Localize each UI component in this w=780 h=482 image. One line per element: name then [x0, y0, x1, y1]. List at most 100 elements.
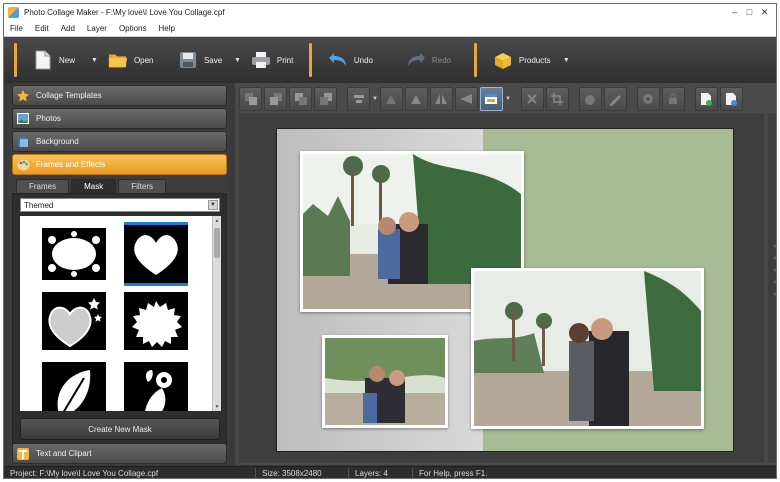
palette-icon: [16, 158, 30, 172]
title-bar: Photo Collage Maker - F:\My love\I Love …: [4, 4, 776, 20]
new-button[interactable]: New: [27, 40, 89, 80]
mask-thumb-ornate-oval[interactable]: [42, 222, 106, 286]
window-controls: – □ ✕: [727, 4, 772, 20]
menu-help[interactable]: Help: [153, 24, 181, 33]
new-dropdown-icon[interactable]: ▼: [91, 57, 98, 64]
tab-frames-and-effects[interactable]: Frames and Effects: [12, 154, 227, 175]
effects-icon[interactable]: [578, 87, 602, 111]
folder-icon: [108, 50, 128, 70]
mask-thumb-heart-selected[interactable]: [124, 222, 188, 286]
scroll-up-icon[interactable]: ▲: [213, 216, 221, 225]
bring-to-front-icon[interactable]: [239, 87, 262, 111]
print-button[interactable]: Print: [245, 40, 299, 80]
scroll-left-icon[interactable]: ‹: [774, 255, 776, 262]
delete-icon[interactable]: [520, 87, 544, 111]
mask-thumb-heart-stars[interactable]: [42, 292, 106, 356]
edit-photo-icon[interactable]: [603, 87, 627, 111]
print-label: Print: [276, 55, 294, 65]
status-layers: Layers: 4: [349, 467, 413, 478]
collage-photo-3[interactable]: [471, 268, 704, 429]
gear-icon[interactable]: [636, 87, 660, 111]
tab-text-and-clipart[interactable]: Text and Clipart: [12, 443, 227, 464]
mask-category-select[interactable]: Themed ▼: [20, 198, 220, 212]
mask-thumbnail-grid: [20, 216, 212, 411]
tab-label: Photos: [36, 114, 61, 123]
bring-forward-icon[interactable]: [264, 87, 287, 111]
send-to-back-icon[interactable]: [314, 87, 337, 111]
window-title: Photo Collage Maker - F:\My love\I Love …: [24, 7, 225, 17]
toolbar-separator: [308, 43, 312, 77]
status-bar: Project: F:\My love\I Love You Collage.c…: [4, 466, 776, 478]
menu-file[interactable]: File: [4, 24, 29, 33]
mask-thumb-floral[interactable]: [124, 362, 188, 411]
scroll-left-icon[interactable]: ‹: [774, 279, 776, 286]
undo-label: Undo: [353, 55, 373, 65]
open-label: Open: [133, 55, 154, 65]
tab-collage-templates[interactable]: Collage Templates: [12, 85, 227, 106]
fit-dropdown-icon[interactable]: ▼: [505, 96, 511, 102]
rotate-left-icon[interactable]: [379, 87, 403, 111]
redo-label: Redo: [431, 55, 451, 65]
send-backward-icon[interactable]: [289, 87, 312, 111]
products-dropdown-icon[interactable]: ▼: [563, 57, 570, 64]
redo-icon: [406, 50, 426, 70]
save-button[interactable]: Save: [172, 40, 232, 80]
tab-background[interactable]: Background: [12, 131, 227, 152]
toolbar-separator: [14, 43, 17, 77]
tab-label: Frames and Effects: [36, 160, 106, 169]
crop-icon[interactable]: [545, 87, 569, 111]
undo-button[interactable]: Undo: [322, 40, 400, 80]
save-label: Save: [203, 55, 223, 65]
mask-thumb-jagged-oval[interactable]: [124, 292, 188, 356]
products-button[interactable]: Products: [487, 40, 561, 80]
app-icon: [8, 6, 19, 18]
scrollbar-thumb[interactable]: [214, 228, 220, 258]
scroll-left-icon[interactable]: ‹: [774, 291, 776, 298]
subtab-filters[interactable]: Filters: [118, 179, 167, 193]
flip-horizontal-icon[interactable]: [429, 87, 453, 111]
subtab-mask[interactable]: Mask: [71, 179, 117, 193]
menu-add[interactable]: Add: [55, 24, 81, 33]
toolbar-separator: [473, 43, 477, 77]
close-icon[interactable]: ✕: [757, 4, 772, 20]
lock-icon[interactable]: [661, 87, 685, 111]
canvas-area: [239, 113, 764, 463]
collage-page[interactable]: [276, 128, 734, 452]
align-dropdown-icon[interactable]: ▼: [372, 96, 378, 102]
create-new-mask-button[interactable]: Create New Mask: [20, 418, 220, 440]
tab-photos[interactable]: Photos: [12, 108, 227, 129]
save-dropdown-icon[interactable]: ▼: [234, 57, 241, 64]
collage-photo-2[interactable]: [322, 335, 448, 428]
scroll-left-icon[interactable]: ‹: [774, 267, 776, 274]
new-label: New: [59, 55, 76, 65]
fit-to-page-icon[interactable]: [479, 87, 503, 111]
add-page-icon[interactable]: [694, 87, 718, 111]
menu-edit[interactable]: Edit: [29, 24, 55, 33]
scroll-down-icon[interactable]: ▼: [213, 402, 221, 411]
minimize-icon[interactable]: –: [727, 4, 742, 20]
main-toolbar: New ▼ Open Save ▼ Print Undo Redo Produc…: [4, 37, 776, 83]
align-icon[interactable]: [347, 87, 370, 111]
flip-vertical-icon[interactable]: [454, 87, 478, 111]
page-settings-icon[interactable]: [719, 87, 743, 111]
mask-grid-scrollbar[interactable]: ▲ ▼: [212, 216, 221, 411]
left-panel: Collage Templates Photos Background Fram…: [9, 83, 229, 465]
star-icon: [16, 89, 30, 103]
redo-button[interactable]: Redo: [400, 40, 464, 80]
save-icon: [178, 50, 198, 70]
rotate-right-icon[interactable]: [404, 87, 428, 111]
products-box-icon: [493, 50, 513, 70]
maximize-icon[interactable]: □: [742, 4, 757, 20]
effects-subtabs: Frames Mask Filters: [12, 179, 227, 193]
undo-icon: [328, 50, 348, 70]
mask-panel: Themed ▼ ▲ ▼ Create New Mask: [12, 193, 227, 446]
menu-layer[interactable]: Layer: [81, 24, 113, 33]
open-button[interactable]: Open: [102, 40, 172, 80]
scroll-left-icon[interactable]: ‹: [774, 243, 776, 250]
right-edge-scroll-arrows: ‹ ‹ ‹ ‹ ‹: [768, 113, 776, 463]
menu-options[interactable]: Options: [113, 24, 153, 33]
printer-icon: [251, 50, 271, 70]
subtab-frames[interactable]: Frames: [16, 179, 70, 193]
status-size: Size: 3508x2480: [256, 467, 349, 478]
mask-thumb-leaf[interactable]: [42, 362, 106, 411]
